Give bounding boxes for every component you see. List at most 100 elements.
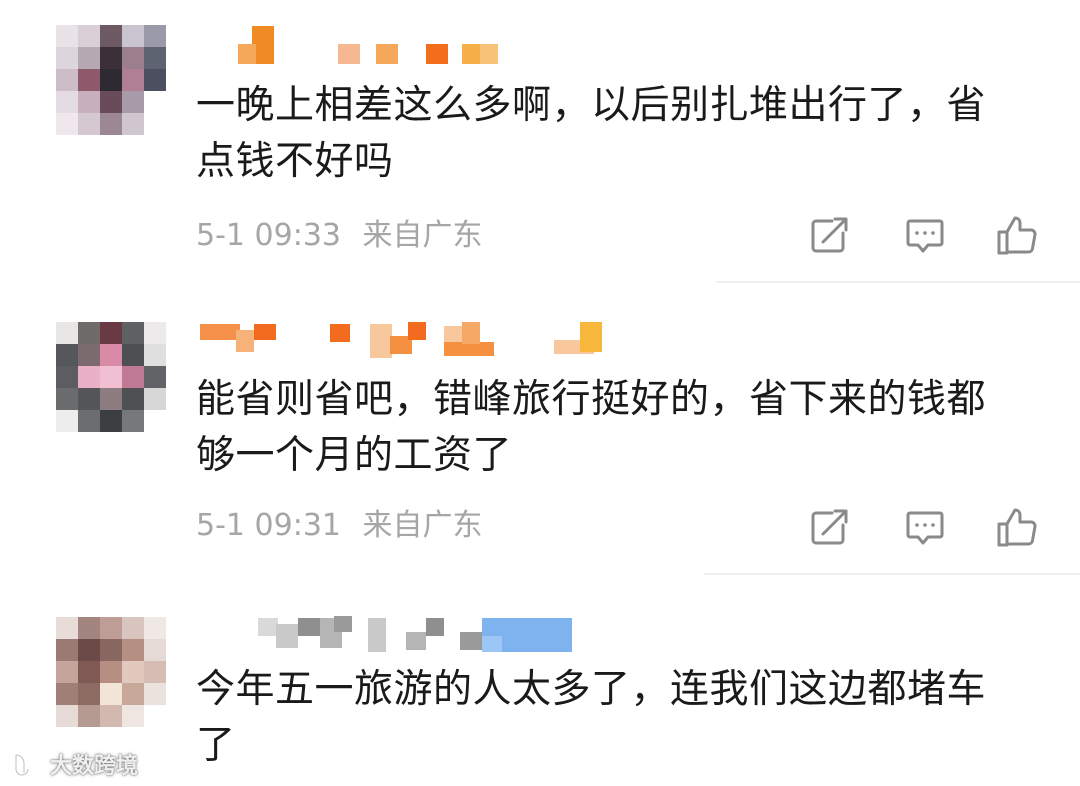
username-mosaic[interactable] — [200, 318, 620, 358]
comment-text: 能省则省吧，错峰旅行挺好的，省下来的钱都 够一个月的工资了 — [196, 377, 987, 478]
avatar[interactable] — [56, 322, 166, 432]
avatar-pixel — [100, 25, 122, 47]
avatar-pixel — [78, 25, 100, 47]
avatar-pixel — [144, 683, 166, 705]
divider — [716, 281, 1080, 283]
avatar-pixel — [56, 617, 78, 639]
avatar-pixel — [100, 69, 122, 91]
avatar-pixel — [144, 639, 166, 661]
avatar-pixel — [144, 47, 166, 69]
avatar-pixel — [144, 25, 166, 47]
avatar-pixel — [122, 69, 144, 91]
avatar-pixel — [100, 705, 122, 727]
avatar-pixel — [122, 661, 144, 683]
share-icon[interactable] — [806, 212, 852, 258]
comment-time: 5-1 09:31 — [196, 508, 341, 543]
avatar-pixel — [78, 639, 100, 661]
avatar-pixel — [122, 639, 144, 661]
avatar-pixel — [122, 91, 144, 113]
avatar-pixel — [78, 69, 100, 91]
comment-icon[interactable] — [902, 212, 948, 258]
avatar-pixel — [122, 25, 144, 47]
avatar-pixel — [56, 69, 78, 91]
avatar-pixel — [56, 639, 78, 661]
comment-actions — [806, 504, 1046, 550]
avatar-pixel — [100, 683, 122, 705]
comment-location: 来自广东 — [362, 508, 483, 543]
avatar-pixel — [122, 683, 144, 705]
avatar-pixel — [144, 113, 166, 135]
comment-icon[interactable] — [902, 504, 948, 550]
avatar-pixel — [122, 344, 144, 366]
avatar-pixel — [56, 25, 78, 47]
avatar-pixel — [56, 113, 78, 135]
avatar-pixel — [56, 322, 78, 344]
avatar-pixel — [122, 47, 144, 69]
avatar-pixel — [100, 388, 122, 410]
avatar[interactable] — [56, 25, 166, 135]
comment-text: 一晚上相差这么多啊，以后别扎堆出行了，省 点钱不好吗 — [196, 83, 987, 184]
avatar-pixel — [78, 705, 100, 727]
avatar-pixel — [78, 410, 100, 432]
avatar-pixel — [100, 661, 122, 683]
avatar-pixel — [78, 47, 100, 69]
avatar-pixel — [122, 617, 144, 639]
avatar-pixel — [144, 344, 166, 366]
avatar-pixel — [144, 661, 166, 683]
avatar-pixel — [56, 661, 78, 683]
avatar-pixel — [56, 683, 78, 705]
thumbs-up-icon[interactable] — [994, 504, 1040, 550]
avatar-pixel — [56, 410, 78, 432]
avatar-pixel — [100, 113, 122, 135]
comment-location: 来自广东 — [362, 218, 483, 253]
avatar-pixel — [100, 322, 122, 344]
avatar-pixel — [144, 91, 166, 113]
avatar-pixel — [144, 69, 166, 91]
comment-actions — [806, 212, 1046, 258]
avatar-pixel — [56, 47, 78, 69]
avatar-pixel — [122, 113, 144, 135]
divider — [704, 573, 1080, 575]
avatar-pixel — [56, 366, 78, 388]
avatar-pixel — [56, 705, 78, 727]
share-icon[interactable] — [806, 504, 852, 550]
avatar-pixel — [78, 366, 100, 388]
avatar-pixel — [100, 639, 122, 661]
comment-text: 今年五一旅游的人太多了，连我们这边都堵车 了 — [196, 667, 987, 768]
avatar-pixel — [78, 617, 100, 639]
avatar-pixel — [122, 322, 144, 344]
username-mosaic[interactable] — [200, 26, 520, 66]
avatar-pixel — [78, 91, 100, 113]
avatar-pixel — [100, 617, 122, 639]
comment-meta: 5-1 09:31 来自广东 — [196, 506, 483, 546]
avatar-pixel — [78, 661, 100, 683]
comment-time: 5-1 09:33 — [196, 218, 341, 253]
avatar-pixel — [78, 113, 100, 135]
avatar-pixel — [122, 366, 144, 388]
thumbs-up-icon[interactable] — [994, 212, 1040, 258]
avatar-pixel — [56, 91, 78, 113]
avatar-pixel — [100, 344, 122, 366]
avatar-pixel — [78, 344, 100, 366]
avatar-pixel — [100, 47, 122, 69]
avatar-pixel — [56, 388, 78, 410]
username-mosaic[interactable] — [200, 614, 600, 654]
avatar-pixel — [144, 322, 166, 344]
avatar-pixel — [78, 322, 100, 344]
avatar-pixel — [122, 388, 144, 410]
avatar-pixel — [144, 705, 166, 727]
avatar-pixel — [78, 388, 100, 410]
avatar-pixel — [56, 344, 78, 366]
avatar-pixel — [144, 388, 166, 410]
avatar-pixel — [122, 410, 144, 432]
watermark-text: 大数跨境 — [50, 754, 139, 779]
avatar-pixel — [144, 617, 166, 639]
avatar-pixel — [100, 366, 122, 388]
avatar-pixel — [100, 410, 122, 432]
avatar-pixel — [144, 410, 166, 432]
avatar-pixel — [144, 366, 166, 388]
comment-meta: 5-1 09:33 来自广东 — [196, 216, 483, 256]
watermark: 大数跨境 — [10, 746, 138, 782]
avatar-pixel — [100, 91, 122, 113]
avatar[interactable] — [56, 617, 166, 727]
